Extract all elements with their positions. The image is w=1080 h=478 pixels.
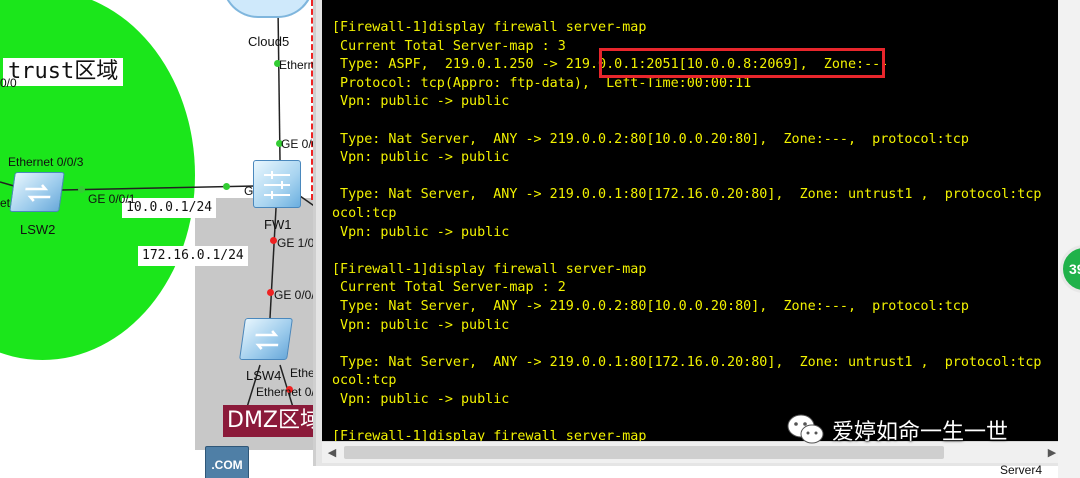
terminal-line: ocol:tcp [332, 373, 397, 389]
device-label-lsw4: LSW4 [246, 368, 282, 383]
wechat-icon [787, 414, 824, 444]
network-label: 10.0.0.1/24 [122, 198, 217, 218]
terminal-line: Vpn: public -> public [332, 392, 510, 407]
firewall-icon[interactable] [253, 160, 301, 208]
topology-canvas[interactable]: Cloud5 trust区域 DMZ区域 10.0.0.1/24 172.16.… [0, 0, 320, 478]
terminal-line: Vpn: public -> public [332, 94, 510, 110]
arrow-left-icon[interactable]: ◀ [324, 444, 340, 462]
port-label: GE 1/0 [277, 236, 315, 250]
port-label: Ethern [279, 58, 315, 72]
port-label: 0/0 [0, 76, 17, 90]
terminal-line: Type: Nat Server, ANY -> 219.0.0.2:80[10… [332, 131, 969, 147]
port-dot [270, 237, 277, 244]
port-label: GE 0/0/ [274, 288, 315, 302]
link-cloud-fw1 [277, 7, 281, 161]
right-gutter [1058, 0, 1080, 478]
dmz-zone-label: DMZ区域 [223, 405, 320, 437]
server-badge-text: .COM [211, 458, 243, 472]
terminal-line: Current Total Server-map : 3 [332, 38, 566, 54]
terminal-line: Vpn: public -> public [332, 317, 510, 333]
terminal-line: Current Total Server-map : 2 [332, 280, 566, 296]
port-dot [267, 289, 274, 296]
device-label-lsw2: LSW2 [20, 222, 56, 237]
terminal-line: Vpn: public -> public [332, 150, 510, 166]
switch-icon[interactable] [239, 318, 293, 360]
port-label: GE 0/0/1 [88, 192, 136, 206]
network-label: 172.16.0.1/24 [138, 246, 248, 266]
switch-icon[interactable] [9, 172, 65, 212]
terminal-line: Type: Nat Server, ANY -> 219.0.0.1:80[17… [332, 187, 1042, 203]
terminal-line: ocol:tcp [332, 206, 397, 221]
trust-zone-label: trust区域 [3, 58, 124, 86]
watermark-text: 爱婷如命一生一世 [832, 420, 1009, 445]
port-dot [223, 183, 230, 190]
device-label-fw1: FW1 [264, 217, 292, 232]
port-dot [78, 186, 85, 193]
terminal-line: Type: Nat Server, ANY -> 219.0.0.2:80[10… [332, 299, 969, 314]
terminal-line: [Firewall-1]display firewall server-map [332, 261, 647, 277]
port-label: Ethe [290, 366, 315, 380]
device-label-cloud: Cloud5 [248, 34, 290, 49]
device-label-server4: Server4 [1000, 463, 1043, 477]
watermark: 爱婷如命一生一世 [786, 412, 1008, 448]
terminal-line: Vpn: public -> public [332, 224, 510, 240]
server-icon[interactable]: .COM [205, 446, 249, 478]
terminal-line: [Firewall-1]display firewall server-map [332, 429, 647, 441]
terminal-line: Type: Nat Server, ANY -> 219.0.0.1:80[17… [332, 354, 1042, 370]
port-label: Ethernet 0/ [256, 385, 315, 399]
terminal-line: [Firewall-1]display firewall server-map [332, 20, 647, 35]
highlight-annotation-box [599, 48, 885, 78]
terminal-output[interactable]: [Firewall-1]display firewall server-map … [322, 0, 1062, 441]
port-label: Ethernet 0/0/3 [8, 155, 84, 169]
console-window[interactable]: [Firewall-1]display firewall server-map … [313, 0, 1062, 466]
